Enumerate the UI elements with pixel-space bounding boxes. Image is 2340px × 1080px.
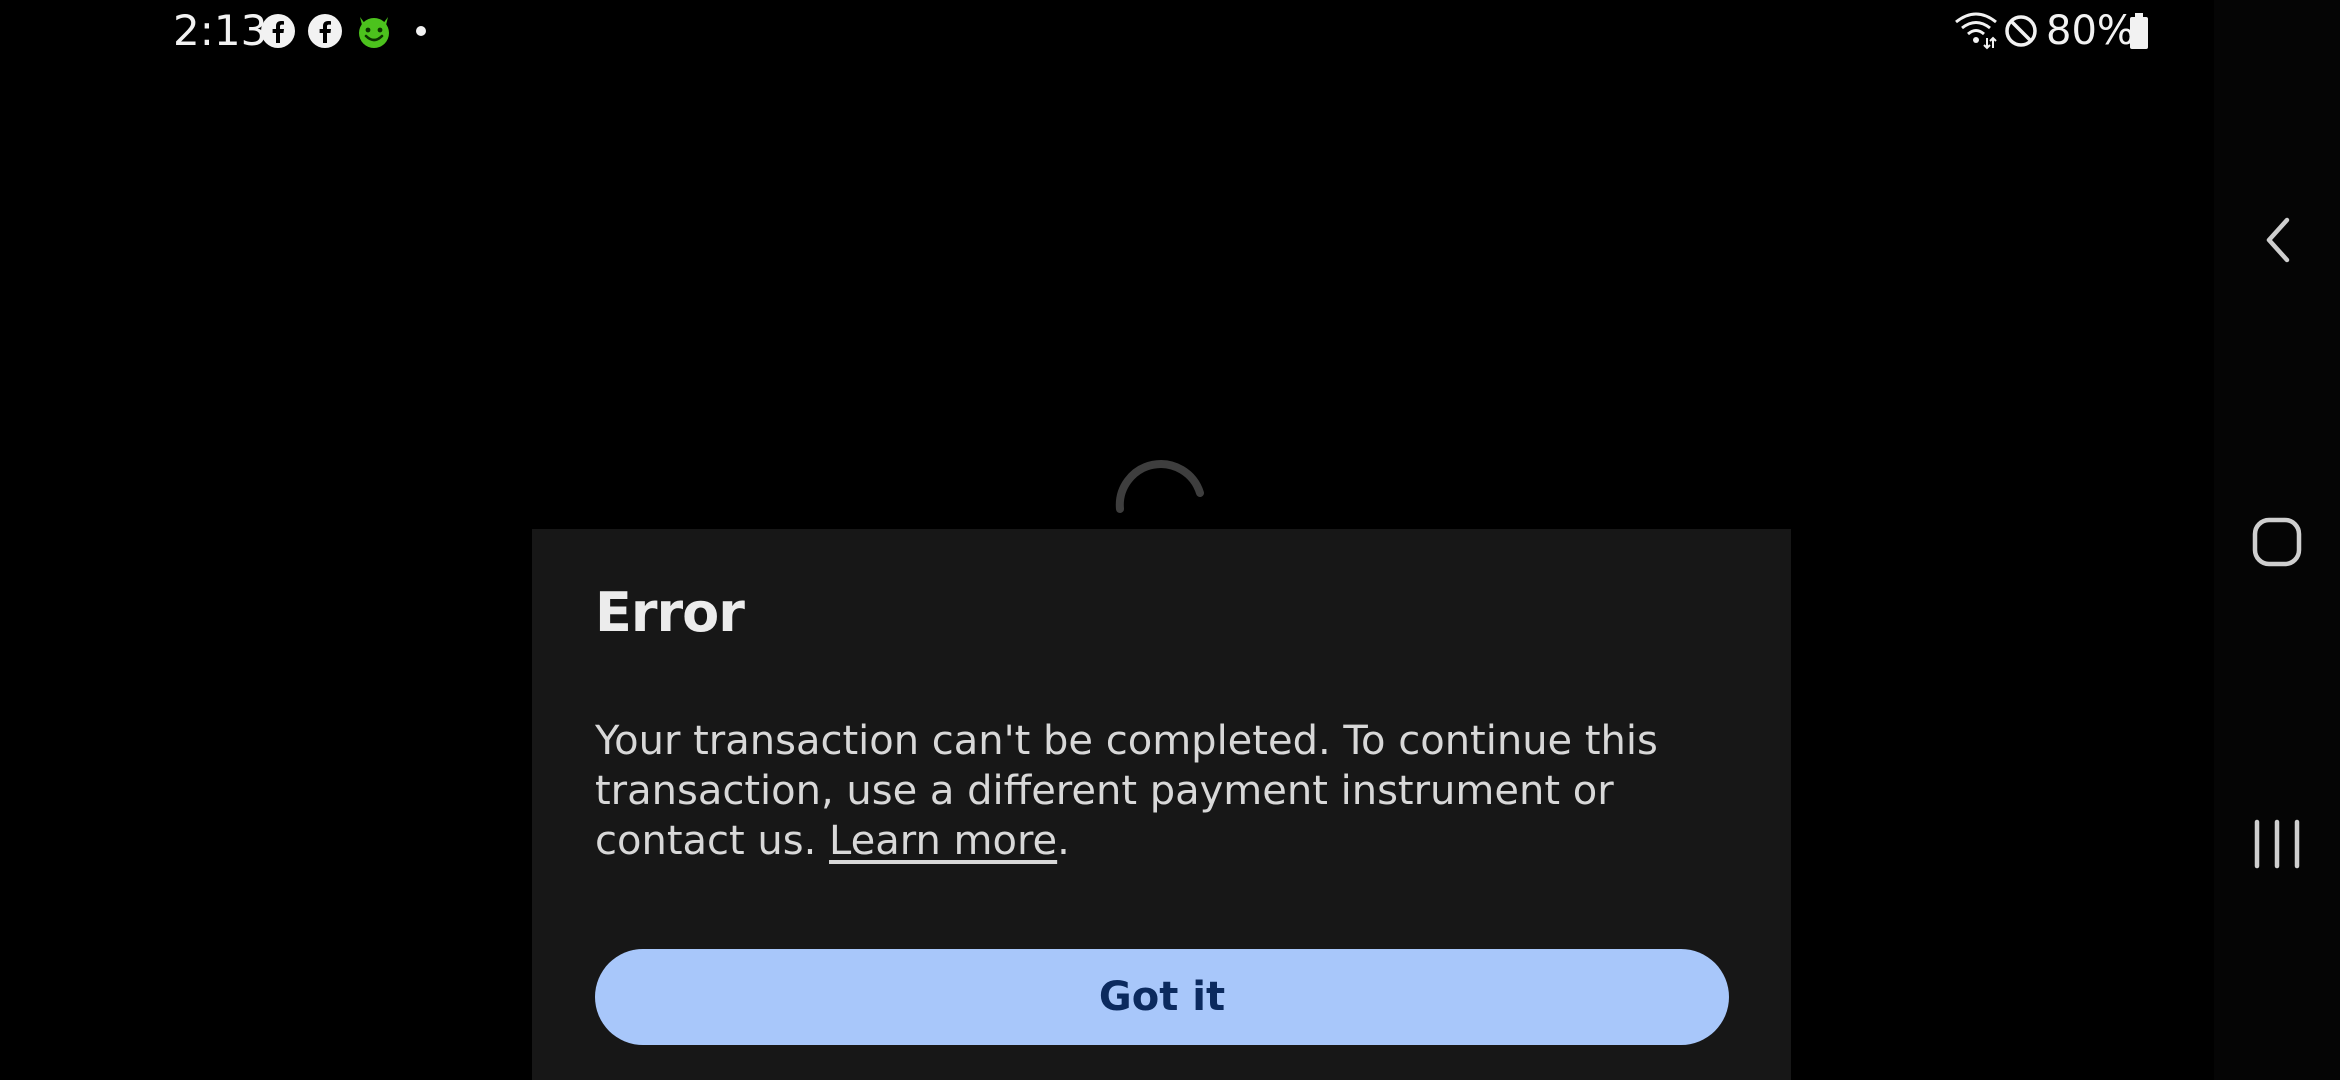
dot-icon: [416, 26, 426, 36]
navigation-bar: [2214, 0, 2340, 1080]
battery-icon: [2130, 13, 2148, 49]
battery-percent: 80%: [2046, 8, 2135, 54]
recents-icon: [2254, 819, 2300, 869]
wifi-icon: [1955, 12, 1997, 50]
facebook-icon: [261, 14, 295, 48]
do-not-disturb-icon: [2005, 15, 2037, 47]
dialog-message: Your transaction can't be completed. To …: [595, 718, 1658, 864]
dialog-title: Error: [595, 581, 745, 644]
happymod-icon: [359, 17, 389, 48]
recents-button[interactable]: [2214, 774, 2340, 914]
status-bar: 2:13 80%: [0, 0, 2214, 62]
dialog-message-period: .: [1057, 818, 1070, 864]
home-button[interactable]: [2214, 472, 2340, 612]
status-time: 2:13: [173, 6, 268, 55]
home-icon: [2252, 517, 2302, 567]
got-it-button[interactable]: Got it: [595, 949, 1729, 1045]
facebook-icon: [308, 14, 342, 48]
learn-more-link[interactable]: Learn more: [829, 818, 1057, 864]
back-icon: [2266, 217, 2290, 263]
dialog-message-block: Your transaction can't be completed. To …: [595, 716, 1735, 866]
screen: 2:13 80% Error Your transaction can't be…: [0, 0, 2340, 1080]
error-dialog: Error Your transaction can't be complete…: [532, 529, 1791, 1080]
got-it-button-label: Got it: [1098, 974, 1226, 1020]
back-button[interactable]: [2214, 170, 2340, 310]
